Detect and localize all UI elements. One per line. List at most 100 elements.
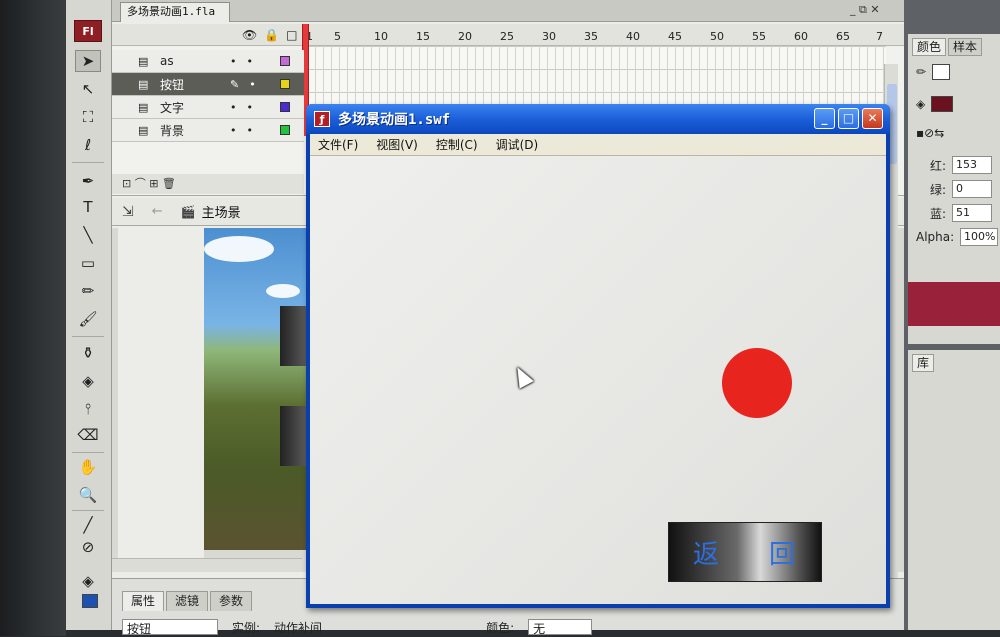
fill-color-swatch[interactable] — [82, 594, 98, 608]
instance-label: 实例: — [232, 621, 261, 635]
tab-filters[interactable]: 滤镜 — [166, 591, 209, 611]
tab-parameters[interactable]: 参数 — [210, 591, 253, 611]
frame-ruler[interactable]: 1 5 10 15 20 25 30 35 40 45 50 55 60 65 … — [304, 24, 904, 46]
red-input[interactable]: 153 — [952, 156, 992, 174]
menu-file[interactable]: 文件(F) — [318, 136, 358, 153]
menu-view[interactable]: 视图(V) — [376, 136, 418, 153]
document-tab-bar: 多场景动画1.fla _ ⧉ ✕ — [112, 0, 904, 22]
frame-number: 5 — [334, 30, 341, 43]
layer-icon: ▤ — [138, 54, 149, 68]
rectangle-tool-icon[interactable]: ▭ — [75, 252, 101, 274]
layer-name: 背景 — [160, 123, 185, 138]
horizontal-scrollbar[interactable] — [112, 558, 302, 572]
cloud — [204, 236, 274, 262]
fill-color-row[interactable]: ◈ — [916, 96, 954, 112]
pencil-icon[interactable]: ✎• — [230, 78, 272, 91]
fill-swatch[interactable] — [931, 96, 954, 112]
frame-number: 40 — [626, 30, 640, 43]
swf-stage[interactable]: 返 回 — [310, 156, 886, 604]
layer-name: as — [160, 54, 174, 68]
zoom-tool-icon[interactable]: 🔍 — [75, 484, 101, 506]
no-color-icon[interactable]: ⊘ — [75, 536, 101, 558]
right-panel-dock: 颜色 样本 ✏ ◈ ▪⊘⇆ 红: 153 绿: 0 蓝: 51 Alpha: 1… — [904, 0, 1000, 630]
blue-label: 蓝: — [929, 206, 946, 221]
properties-tabs: 属性 滤镜 参数 — [122, 591, 254, 611]
pen-tool-icon[interactable]: ✒ — [75, 170, 101, 192]
timeline-footer-icons[interactable]: ⊡ ⌒ ⊞ 🗑 — [112, 174, 304, 194]
close-button[interactable]: ✕ — [862, 108, 883, 129]
paint-bucket-icon: ◈ — [916, 97, 926, 111]
free-transform-tool-icon[interactable]: ⛶ — [75, 106, 101, 128]
hand-tool-icon[interactable]: ✋ — [75, 456, 101, 478]
return-button[interactable]: 返 回 — [668, 522, 822, 582]
menu-debug[interactable]: 调试(D) — [496, 136, 539, 153]
layer-row-text[interactable]: ▤ 文字 •• — [112, 96, 304, 119]
lasso-tool-icon[interactable]: ℓ — [75, 134, 101, 156]
swap-colors-row[interactable]: ▪⊘⇆ — [916, 126, 944, 140]
tab-swatches[interactable]: 样本 — [948, 38, 983, 56]
stroke-swatch[interactable] — [932, 64, 951, 80]
layer-state-dots[interactable]: •• — [230, 55, 272, 68]
layer-outline-color[interactable] — [280, 102, 290, 112]
layer-row-as[interactable]: ▤ as •• — [112, 50, 304, 73]
alpha-label: Alpha: — [916, 230, 955, 244]
alpha-input[interactable]: 100% — [960, 228, 998, 246]
blue-input[interactable]: 51 — [952, 204, 992, 222]
timeline-toggle-icon[interactable]: ⇲ — [122, 204, 134, 220]
swap-colors-icon[interactable]: ▪⊘⇆ — [916, 126, 944, 140]
instance-value: 动作补间 — [274, 621, 323, 635]
green-input[interactable]: 0 — [952, 180, 992, 198]
eraser-tool-icon[interactable]: ⌫ — [75, 424, 101, 446]
layer-state-dots[interactable]: •• — [230, 101, 272, 114]
layer-state-dots[interactable]: •• — [230, 124, 272, 137]
green-row: 绿: 0 — [916, 180, 992, 198]
frame-number: 15 — [416, 30, 430, 43]
tab-library[interactable]: 库 — [912, 354, 935, 372]
color-effect-select[interactable]: 无 — [528, 619, 593, 636]
frame-number: 10 — [374, 30, 388, 43]
frame-number: 55 — [752, 30, 766, 43]
return-button-char: 回 — [768, 539, 797, 570]
frame-number: 7 — [876, 30, 883, 43]
paint-bucket-tool-icon[interactable]: ◈ — [75, 370, 101, 392]
tab-color[interactable]: 颜色 — [912, 38, 947, 56]
back-arrow-icon[interactable]: ← — [152, 204, 163, 219]
ink-bottle-tool-icon[interactable]: ⚱ — [75, 342, 101, 364]
flash-player-icon: ƒ — [314, 111, 330, 127]
minimize-button[interactable]: _ — [814, 108, 835, 129]
pencil-tool-icon[interactable]: ✏ — [75, 280, 101, 302]
timeline-header: 👁🔒□ 1 5 10 15 20 25 30 35 40 45 50 55 60… — [112, 24, 904, 46]
layer-visibility-lock-outline-icons[interactable]: 👁🔒□ — [242, 28, 305, 42]
library-tabs: 库 — [912, 354, 936, 372]
layer-outline-color[interactable] — [280, 79, 290, 89]
layer-outline-color[interactable] — [280, 56, 290, 66]
subselection-tool-icon[interactable]: ↖ — [75, 78, 101, 100]
eyedropper-tool-icon[interactable]: ⫯ — [75, 398, 101, 420]
return-button-char: 返 — [692, 539, 721, 570]
selection-tool-icon[interactable]: ➤ — [75, 50, 101, 72]
fill-bucket-icon[interactable]: ◈ — [75, 570, 101, 592]
brush-tool-icon[interactable]: 🖌 — [75, 308, 101, 330]
layer-row-background[interactable]: ▤ 背景 •• — [112, 119, 304, 142]
frame-number: 20 — [458, 30, 472, 43]
scene-icon: 🎬 — [180, 204, 196, 219]
library-panel: 库 — [908, 350, 1000, 630]
menu-control[interactable]: 控制(C) — [436, 136, 478, 153]
tab-properties[interactable]: 属性 — [122, 591, 165, 611]
document-tab[interactable]: 多场景动画1.fla — [120, 2, 230, 22]
stroke-color-row[interactable]: ✏ — [916, 64, 951, 80]
scene-name[interactable]: 主场景 — [202, 202, 241, 221]
document-window-controls[interactable]: _ ⧉ ✕ — [850, 3, 880, 17]
color-panel-tabs: 颜色 样本 — [912, 38, 984, 56]
red-row: 红: 153 — [916, 156, 992, 174]
layer-row-button[interactable]: ▤ 按钮 ✎• — [112, 73, 304, 96]
layer-outline-color[interactable] — [280, 125, 290, 135]
maximize-button[interactable]: □ — [838, 108, 859, 129]
text-tool-icon[interactable]: T — [75, 196, 101, 218]
tool-separator — [72, 336, 104, 337]
symbol-type-select[interactable]: 按钮 — [122, 619, 218, 636]
stroke-color-icon[interactable]: ╱ — [75, 514, 101, 536]
frame-number: 50 — [710, 30, 724, 43]
line-tool-icon[interactable]: ╲ — [75, 224, 101, 246]
swf-title-bar[interactable]: ƒ 多场景动画1.swf _ □ ✕ — [306, 104, 890, 134]
